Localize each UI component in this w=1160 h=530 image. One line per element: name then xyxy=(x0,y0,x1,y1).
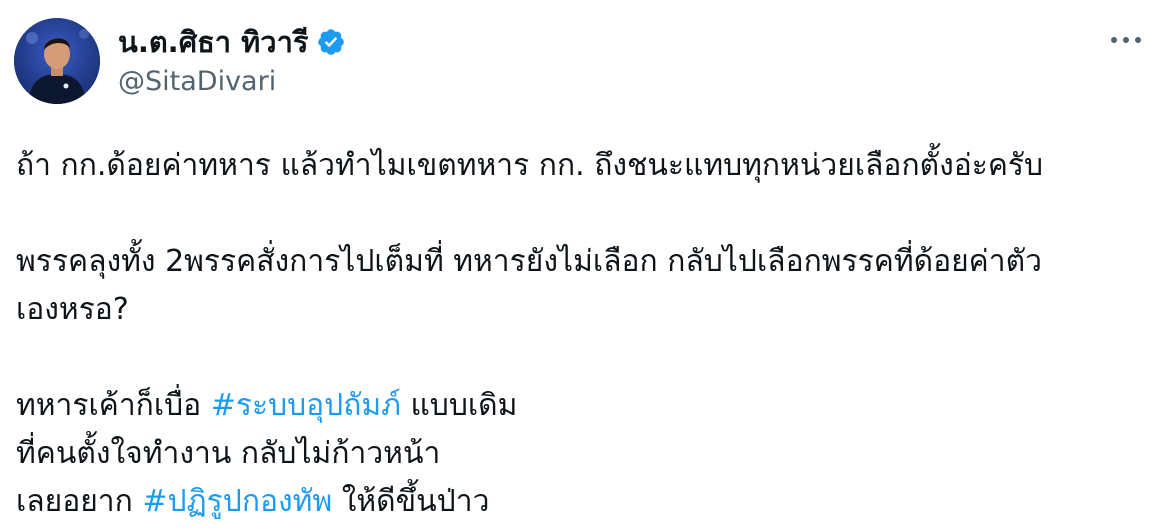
hashtag-link[interactable]: #ปฏิรูปกองทัพ xyxy=(142,484,332,519)
tweet-text-segment: ทหารเค้าก็เบื่อ xyxy=(16,388,211,423)
name-row: น.ต.ศิธา ทิวารี xyxy=(118,22,346,62)
tweet-text-segment: แบบเดิม xyxy=(400,388,518,423)
tweet-line: เองหรอ? xyxy=(16,292,129,327)
avatar[interactable] xyxy=(14,18,100,104)
tweet-line: ถ้า กก.ด้อยค่าทหาร แล้วทำไมเขตทหาร กก. ถ… xyxy=(16,148,1044,183)
tweet-card: น.ต.ศิธา ทิวารี @SitaDivari ถ้า กก.ด้อยค… xyxy=(0,0,1160,530)
handle[interactable]: @SitaDivari xyxy=(118,64,346,100)
tweet-text: ถ้า กก.ด้อยค่าทหาร แล้วทำไมเขตทหาร กก. ถ… xyxy=(16,142,1136,526)
tweet-text-segment: ให้ดีขึ้นป่าว xyxy=(332,484,490,519)
tweet-line: พรรคลุงทั้ง 2พรรคสั่งการไปเต็มที่ ทหารยั… xyxy=(16,244,1042,279)
tweet-line: ที่คนตั้งใจทำงาน กลับไม่ก้าวหน้า xyxy=(16,436,441,471)
tweet-line: เลยอยาก #ปฏิรูปกองทัพ ให้ดีขึ้นป่าว xyxy=(16,478,1136,526)
more-options-icon[interactable] xyxy=(1106,28,1146,52)
author-block: น.ต.ศิธา ทิวารี @SitaDivari xyxy=(118,22,346,100)
verified-badge-icon xyxy=(316,27,346,57)
hashtag-link[interactable]: #ระบบอุปถัมภ์ xyxy=(211,388,401,423)
display-name[interactable]: น.ต.ศิธา ทิวารี xyxy=(118,22,308,62)
tweet-line: ทหารเค้าก็เบื่อ #ระบบอุปถัมภ์ แบบเดิม xyxy=(16,382,1136,430)
tweet-text-segment: เลยอยาก xyxy=(16,484,143,519)
